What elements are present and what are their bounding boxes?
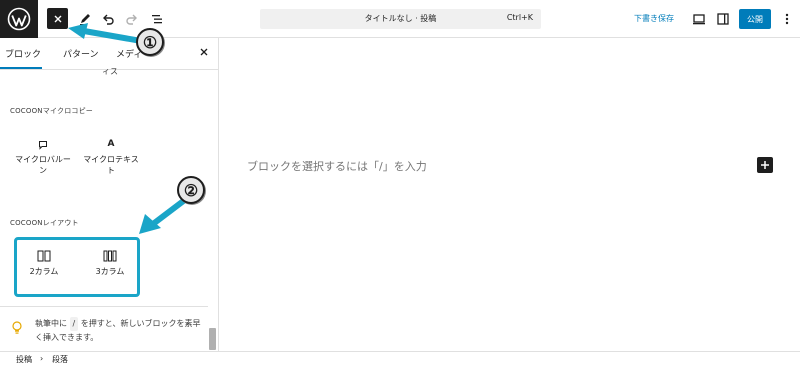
inserter-tip: 執筆中に / を押すと、新しいブロックを素早く挿入できます。 xyxy=(0,306,208,351)
active-tab-indicator xyxy=(0,67,42,69)
speech-bubble-icon xyxy=(39,141,47,150)
block-label: マイクロバルーン xyxy=(15,155,71,175)
settings-sidebar-button[interactable] xyxy=(713,9,733,29)
sidebar-icon xyxy=(717,13,729,25)
block-placeholder[interactable]: ブロックを選択するには「/」を入力 xyxy=(247,158,427,174)
block-two-columns[interactable]: 2カラム xyxy=(14,250,74,277)
post-title: タイトルなし · 投稿 xyxy=(364,14,437,23)
group-title-microcopy: COCOONマイクロコピー xyxy=(10,107,94,115)
breadcrumb-post[interactable]: 投稿 xyxy=(16,354,32,365)
block-label: 2カラム xyxy=(29,267,59,276)
cut-off-label: ィス xyxy=(102,67,118,76)
block-label: 3カラム xyxy=(95,267,125,276)
shortcut-hint: Ctrl+K xyxy=(506,13,533,22)
annotation-badge-1: ① xyxy=(136,28,164,56)
wordpress-logo[interactable] xyxy=(0,0,38,38)
more-vertical-icon xyxy=(785,13,789,25)
preview-button[interactable] xyxy=(689,9,709,29)
block-micro-balloon[interactable]: マイクロバルーン xyxy=(12,140,74,176)
add-block-button[interactable] xyxy=(757,157,773,173)
options-button[interactable] xyxy=(777,9,797,29)
letter-a-icon: A xyxy=(107,139,115,149)
two-columns-icon xyxy=(37,250,51,262)
annotation-badge-2: ② xyxy=(177,176,205,204)
tip-text-before: 執筆中に xyxy=(35,319,67,328)
panel-scrollbar[interactable] xyxy=(209,328,216,350)
close-icon xyxy=(54,15,61,22)
tip-key: / xyxy=(69,317,79,331)
three-columns-icon xyxy=(103,250,117,262)
list-view-icon xyxy=(152,15,162,24)
breadcrumb-paragraph[interactable]: 段落 xyxy=(52,354,68,365)
chevron-right-icon: › xyxy=(40,354,44,363)
wordpress-icon xyxy=(7,7,31,31)
tab-blocks[interactable]: ブロック xyxy=(5,47,41,60)
block-label: マイクロテキスト xyxy=(83,155,139,175)
publish-button[interactable]: 公開 xyxy=(739,9,771,29)
plus-icon xyxy=(761,161,769,169)
desktop-icon xyxy=(693,14,705,25)
editor-canvas[interactable]: ブロックを選択するには「/」を入力 xyxy=(220,38,800,351)
group-title-layout: COCOONレイアウト xyxy=(10,219,79,227)
lightbulb-icon xyxy=(12,321,22,334)
breadcrumb: 投稿 › 段落 xyxy=(0,351,800,366)
save-draft-button[interactable]: 下書き保存 xyxy=(634,13,674,24)
block-three-columns[interactable]: 3カラム xyxy=(80,250,140,277)
command-palette-bar[interactable]: タイトルなし · 投稿 Ctrl+K xyxy=(260,9,541,29)
block-micro-text[interactable]: A マイクロテキスト xyxy=(80,138,142,176)
tip-text: 執筆中に / を押すと、新しいブロックを素早く挿入できます。 xyxy=(35,317,205,345)
close-icon[interactable] xyxy=(197,45,211,59)
